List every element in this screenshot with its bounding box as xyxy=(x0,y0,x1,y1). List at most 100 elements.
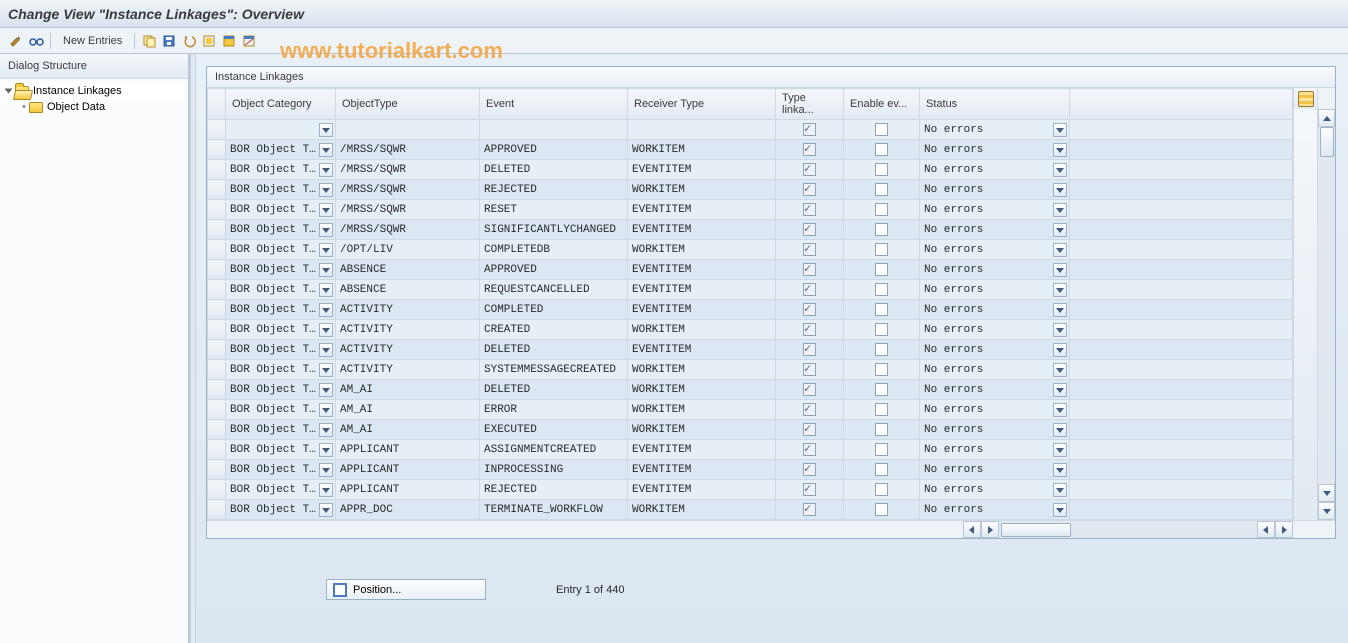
cell-type-linkage[interactable] xyxy=(776,280,844,300)
dropdown-icon[interactable] xyxy=(319,403,333,417)
cell-object-type[interactable]: ACTIVITY xyxy=(336,320,480,340)
checkbox[interactable] xyxy=(875,423,888,436)
cell-enable-event[interactable] xyxy=(844,140,920,160)
dropdown-icon[interactable] xyxy=(319,183,333,197)
dropdown-icon[interactable] xyxy=(1053,223,1067,237)
undo-icon[interactable] xyxy=(181,33,197,49)
checkbox[interactable] xyxy=(875,263,888,276)
hscroll-thumb[interactable] xyxy=(1001,523,1071,537)
dropdown-icon[interactable] xyxy=(319,443,333,457)
cell-event[interactable]: EXECUTED xyxy=(480,420,628,440)
dropdown-icon[interactable] xyxy=(319,363,333,377)
cell-status[interactable]: No errors xyxy=(920,420,1070,440)
hscroll-right-button-2[interactable] xyxy=(1275,521,1293,538)
cell-status[interactable]: No errors xyxy=(920,120,1070,140)
scroll-thumb[interactable] xyxy=(1320,127,1334,157)
row-selector[interactable] xyxy=(208,400,226,420)
col-status[interactable]: Status xyxy=(920,89,1070,120)
table-row[interactable]: BOR Object T…AM_AIERRORWORKITEMNo errors xyxy=(208,400,1293,420)
dropdown-icon[interactable] xyxy=(1053,423,1067,437)
checkbox[interactable] xyxy=(803,383,816,396)
cell-object-category[interactable]: BOR Object T… xyxy=(226,480,336,500)
cell-type-linkage[interactable] xyxy=(776,220,844,240)
cell-enable-event[interactable] xyxy=(844,440,920,460)
cell-object-category[interactable]: BOR Object T… xyxy=(226,200,336,220)
table-row[interactable]: BOR Object T…/MRSS/SQWRAPPROVEDWORKITEMN… xyxy=(208,140,1293,160)
checkbox[interactable] xyxy=(803,163,816,176)
checkbox[interactable] xyxy=(875,283,888,296)
new-entries-button[interactable]: New Entries xyxy=(57,35,128,47)
cell-receiver-type[interactable]: EVENTITEM xyxy=(628,340,776,360)
dropdown-icon[interactable] xyxy=(1053,123,1067,137)
cell-object-type[interactable]: APPLICANT xyxy=(336,460,480,480)
dropdown-icon[interactable] xyxy=(319,503,333,517)
row-selector[interactable] xyxy=(208,420,226,440)
checkbox[interactable] xyxy=(875,463,888,476)
cell-receiver-type[interactable]: EVENTITEM xyxy=(628,300,776,320)
cell-event[interactable]: SIGNIFICANTLYCHANGED xyxy=(480,220,628,240)
cell-receiver-type[interactable]: WORKITEM xyxy=(628,180,776,200)
cell-object-type[interactable]: /OPT/LIV xyxy=(336,240,480,260)
tree-node-instance-linkages[interactable]: Instance Linkages xyxy=(4,83,184,99)
cell-type-linkage[interactable] xyxy=(776,240,844,260)
hscroll-left-button[interactable] xyxy=(963,521,981,538)
dropdown-icon[interactable] xyxy=(319,483,333,497)
table-row[interactable]: BOR Object T…/MRSS/SQWRDELETEDEVENTITEMN… xyxy=(208,160,1293,180)
checkbox[interactable] xyxy=(803,303,816,316)
cell-object-category[interactable]: BOR Object T… xyxy=(226,160,336,180)
checkbox[interactable] xyxy=(875,123,888,136)
cell-receiver-type[interactable]: EVENTITEM xyxy=(628,460,776,480)
scroll-down-button[interactable] xyxy=(1318,484,1335,502)
cell-object-category[interactable]: BOR Object T… xyxy=(226,240,336,260)
cell-receiver-type[interactable]: EVENTITEM xyxy=(628,160,776,180)
checkbox[interactable] xyxy=(875,303,888,316)
cell-object-type[interactable]: ABSENCE xyxy=(336,280,480,300)
table-row[interactable]: BOR Object T…ACTIVITYCOMPLETEDEVENTITEMN… xyxy=(208,300,1293,320)
cell-object-type[interactable]: ACTIVITY xyxy=(336,300,480,320)
checkbox[interactable] xyxy=(875,443,888,456)
checkbox[interactable] xyxy=(803,403,816,416)
row-selector[interactable] xyxy=(208,240,226,260)
cell-object-category[interactable]: BOR Object T… xyxy=(226,420,336,440)
checkbox[interactable] xyxy=(875,163,888,176)
checkbox[interactable] xyxy=(875,343,888,356)
cell-status[interactable]: No errors xyxy=(920,400,1070,420)
row-selector[interactable] xyxy=(208,480,226,500)
checkbox[interactable] xyxy=(803,263,816,276)
table-row[interactable]: BOR Object T…ACTIVITYSYSTEMMESSAGECREATE… xyxy=(208,360,1293,380)
col-selector[interactable] xyxy=(208,89,226,120)
table-row[interactable]: BOR Object T…/MRSS/SQWRSIGNIFICANTLYCHAN… xyxy=(208,220,1293,240)
cell-receiver-type[interactable]: EVENTITEM xyxy=(628,280,776,300)
cell-receiver-type[interactable]: EVENTITEM xyxy=(628,260,776,280)
cell-status[interactable]: No errors xyxy=(920,380,1070,400)
dropdown-icon[interactable] xyxy=(1053,283,1067,297)
row-selector[interactable] xyxy=(208,140,226,160)
cell-receiver-type[interactable]: EVENTITEM xyxy=(628,480,776,500)
dropdown-icon[interactable] xyxy=(1053,463,1067,477)
cell-object-category[interactable]: BOR Object T… xyxy=(226,260,336,280)
cell-object-category[interactable]: BOR Object T… xyxy=(226,320,336,340)
dropdown-icon[interactable] xyxy=(319,383,333,397)
dropdown-icon[interactable] xyxy=(1053,363,1067,377)
cell-receiver-type[interactable]: WORKITEM xyxy=(628,380,776,400)
cell-object-category[interactable]: BOR Object T… xyxy=(226,360,336,380)
cell-object-category[interactable]: BOR Object T… xyxy=(226,400,336,420)
cell-receiver-type[interactable]: WORKITEM xyxy=(628,140,776,160)
cell-enable-event[interactable] xyxy=(844,320,920,340)
cell-type-linkage[interactable] xyxy=(776,160,844,180)
cell-enable-event[interactable] xyxy=(844,420,920,440)
cell-type-linkage[interactable] xyxy=(776,400,844,420)
cell-event[interactable] xyxy=(480,120,628,140)
dropdown-icon[interactable] xyxy=(319,223,333,237)
dropdown-icon[interactable] xyxy=(1053,343,1067,357)
cell-type-linkage[interactable] xyxy=(776,440,844,460)
cell-object-category[interactable] xyxy=(226,120,336,140)
cell-enable-event[interactable] xyxy=(844,300,920,320)
cell-type-linkage[interactable] xyxy=(776,380,844,400)
scroll-down-button-2[interactable] xyxy=(1318,502,1335,520)
row-selector[interactable] xyxy=(208,320,226,340)
table-row[interactable]: BOR Object T…APPR_DOCTERMINATE_WORKFLOWW… xyxy=(208,500,1293,520)
cell-event[interactable]: REJECTED xyxy=(480,180,628,200)
dropdown-icon[interactable] xyxy=(1053,183,1067,197)
hscroll-left-button-2[interactable] xyxy=(1257,521,1275,538)
